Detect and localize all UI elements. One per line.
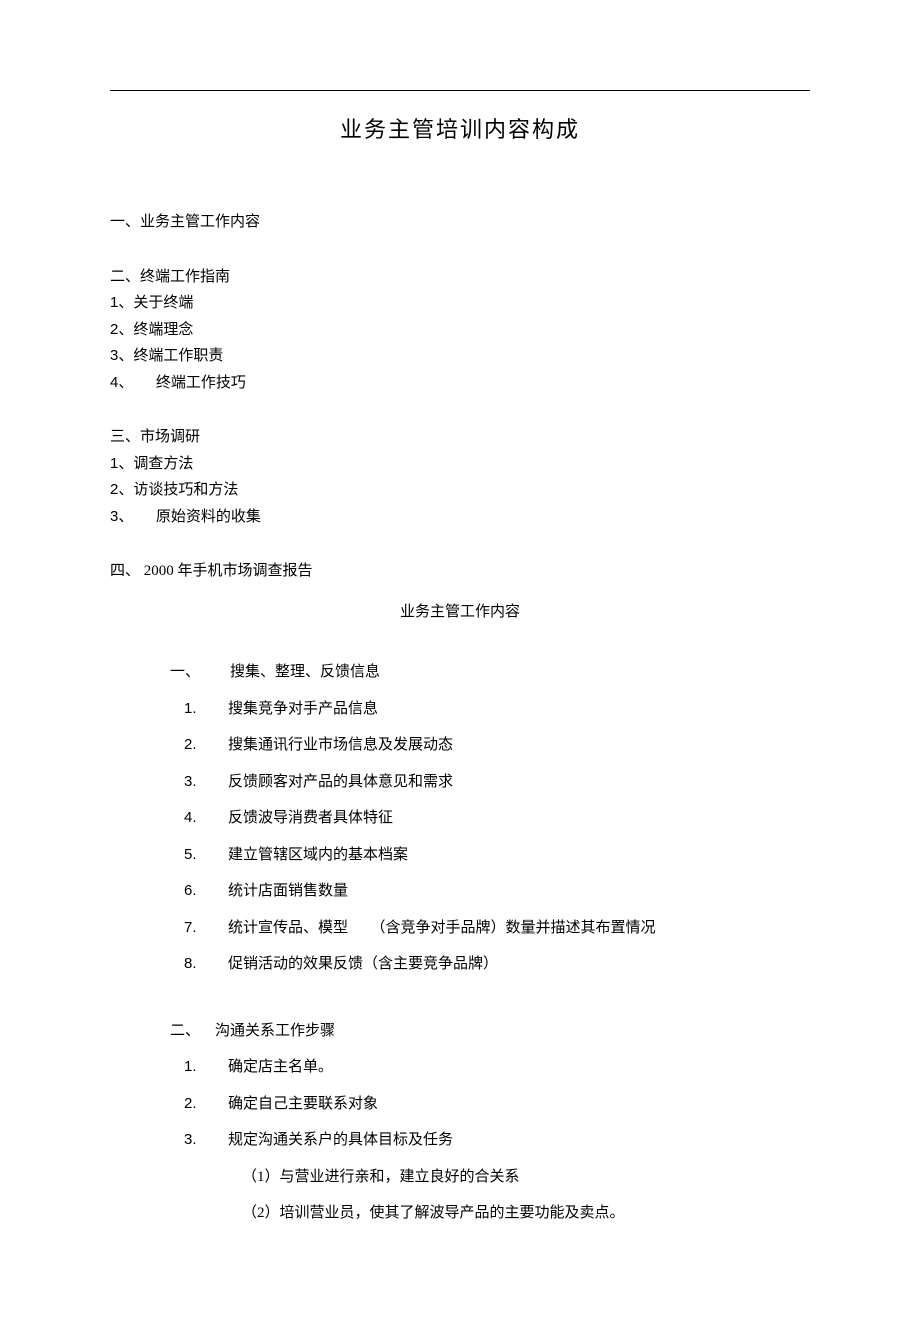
item-text: 统计宣传品、模型 （含竞争对手品牌）数量并描述其布置情况 — [208, 920, 656, 936]
item-number: 3. — [184, 771, 208, 794]
detail-item: 1.搜集竞争对手产品信息 — [170, 698, 810, 721]
detail-item: 2.确定自己主要联系对象 — [170, 1093, 810, 1116]
detail-item: 4.反馈波导消费者具体特征 — [170, 807, 810, 830]
item-text: 反馈顾客对产品的具体意见和需求 — [208, 774, 453, 790]
outline-section-2: 二、终端工作指南 — [110, 266, 810, 289]
item-text: 终端工作技巧 — [126, 375, 246, 391]
item-text: 确定自己主要联系对象 — [208, 1096, 378, 1112]
detail-item: 1.确定店主名单。 — [170, 1056, 810, 1079]
detail-group-head: 二、 沟通关系工作步骤 — [170, 1020, 810, 1043]
outline-item: 1、关于终端 — [110, 292, 810, 315]
detail-item: 3.规定沟通关系户的具体目标及任务 — [170, 1129, 810, 1152]
detail-group-1: 一、 搜集、整理、反馈信息 1.搜集竞争对手产品信息 2.搜集通讯行业市场信息及… — [110, 661, 810, 976]
outline-item: 3、 原始资料的收集 — [110, 506, 810, 529]
detail-group-2: 二、 沟通关系工作步骤 1.确定店主名单。 2.确定自己主要联系对象 3.规定沟… — [110, 1020, 810, 1225]
item-number: 3. — [184, 1129, 208, 1152]
item-text: 终端工作职责 — [133, 348, 223, 364]
item-text: 反馈波导消费者具体特征 — [208, 810, 393, 826]
item-text: 调查方法 — [133, 456, 193, 472]
subtitle: 业务主管工作内容 — [110, 601, 810, 624]
item-text: 搜集竞争对手产品信息 — [208, 701, 378, 717]
item-number: 7. — [184, 917, 208, 940]
sub-detail-item: （2）培训营业员，使其了解波导产品的主要功能及卖点。 — [170, 1202, 810, 1225]
item-text: 确定店主名单。 — [208, 1059, 333, 1075]
item-number: 4、 — [110, 374, 126, 391]
detail-item: 5.建立管辖区域内的基本档案 — [170, 844, 810, 867]
item-text: 原始资料的收集 — [126, 509, 261, 525]
outline-section-3: 三、市场调研 — [110, 426, 810, 449]
top-rule — [110, 90, 810, 91]
item-number: 1. — [184, 698, 208, 721]
item-number: 2、 — [110, 321, 133, 338]
sub-detail-item: （1）与营业进行亲和，建立良好的合关系 — [170, 1166, 810, 1189]
item-text: 统计店面销售数量 — [208, 883, 348, 899]
page-title: 业务主管培训内容构成 — [110, 113, 810, 146]
detail-item: 8.促销活动的效果反馈（含主要竞争品牌） — [170, 953, 810, 976]
item-number: 8. — [184, 953, 208, 976]
item-text: 终端理念 — [133, 322, 193, 338]
outline-section-4: 四、 2000 年手机市场调查报告 — [110, 560, 810, 583]
detail-item: 2.搜集通讯行业市场信息及发展动态 — [170, 734, 810, 757]
item-number: 3、 — [110, 347, 133, 364]
item-text: 规定沟通关系户的具体目标及任务 — [208, 1132, 453, 1148]
detail-item: 7.统计宣传品、模型 （含竞争对手品牌）数量并描述其布置情况 — [170, 917, 810, 940]
detail-item: 3.反馈顾客对产品的具体意见和需求 — [170, 771, 810, 794]
item-number: 2. — [184, 1093, 208, 1116]
outline-item: 3、终端工作职责 — [110, 345, 810, 368]
outline-item: 1、调查方法 — [110, 453, 810, 476]
item-number: 4. — [184, 807, 208, 830]
group-text: 沟通关系工作步骤 — [200, 1023, 335, 1039]
detail-group-head: 一、 搜集、整理、反馈信息 — [170, 661, 810, 684]
detail-item: 6.统计店面销售数量 — [170, 880, 810, 903]
group-number: 一、 — [170, 661, 200, 684]
item-number: 1. — [184, 1056, 208, 1079]
item-number: 2. — [184, 734, 208, 757]
item-number: 3、 — [110, 508, 126, 525]
group-text: 搜集、整理、反馈信息 — [200, 664, 380, 680]
group-number: 二、 — [170, 1020, 200, 1043]
outline-section-1: 一、业务主管工作内容 — [110, 211, 810, 234]
outline-item: 2、终端理念 — [110, 319, 810, 342]
item-text: 建立管辖区域内的基本档案 — [208, 847, 408, 863]
outline-item: 4、 终端工作技巧 — [110, 372, 810, 395]
item-number: 2、 — [110, 481, 133, 498]
item-text: 访谈技巧和方法 — [133, 482, 238, 498]
item-number: 5. — [184, 844, 208, 867]
item-text: 关于终端 — [133, 295, 193, 311]
item-text: 促销活动的效果反馈（含主要竞争品牌） — [208, 956, 498, 972]
item-number: 1、 — [110, 455, 133, 472]
item-number: 1、 — [110, 294, 133, 311]
item-text: 搜集通讯行业市场信息及发展动态 — [208, 737, 453, 753]
item-number: 6. — [184, 880, 208, 903]
outline-item: 2、访谈技巧和方法 — [110, 479, 810, 502]
